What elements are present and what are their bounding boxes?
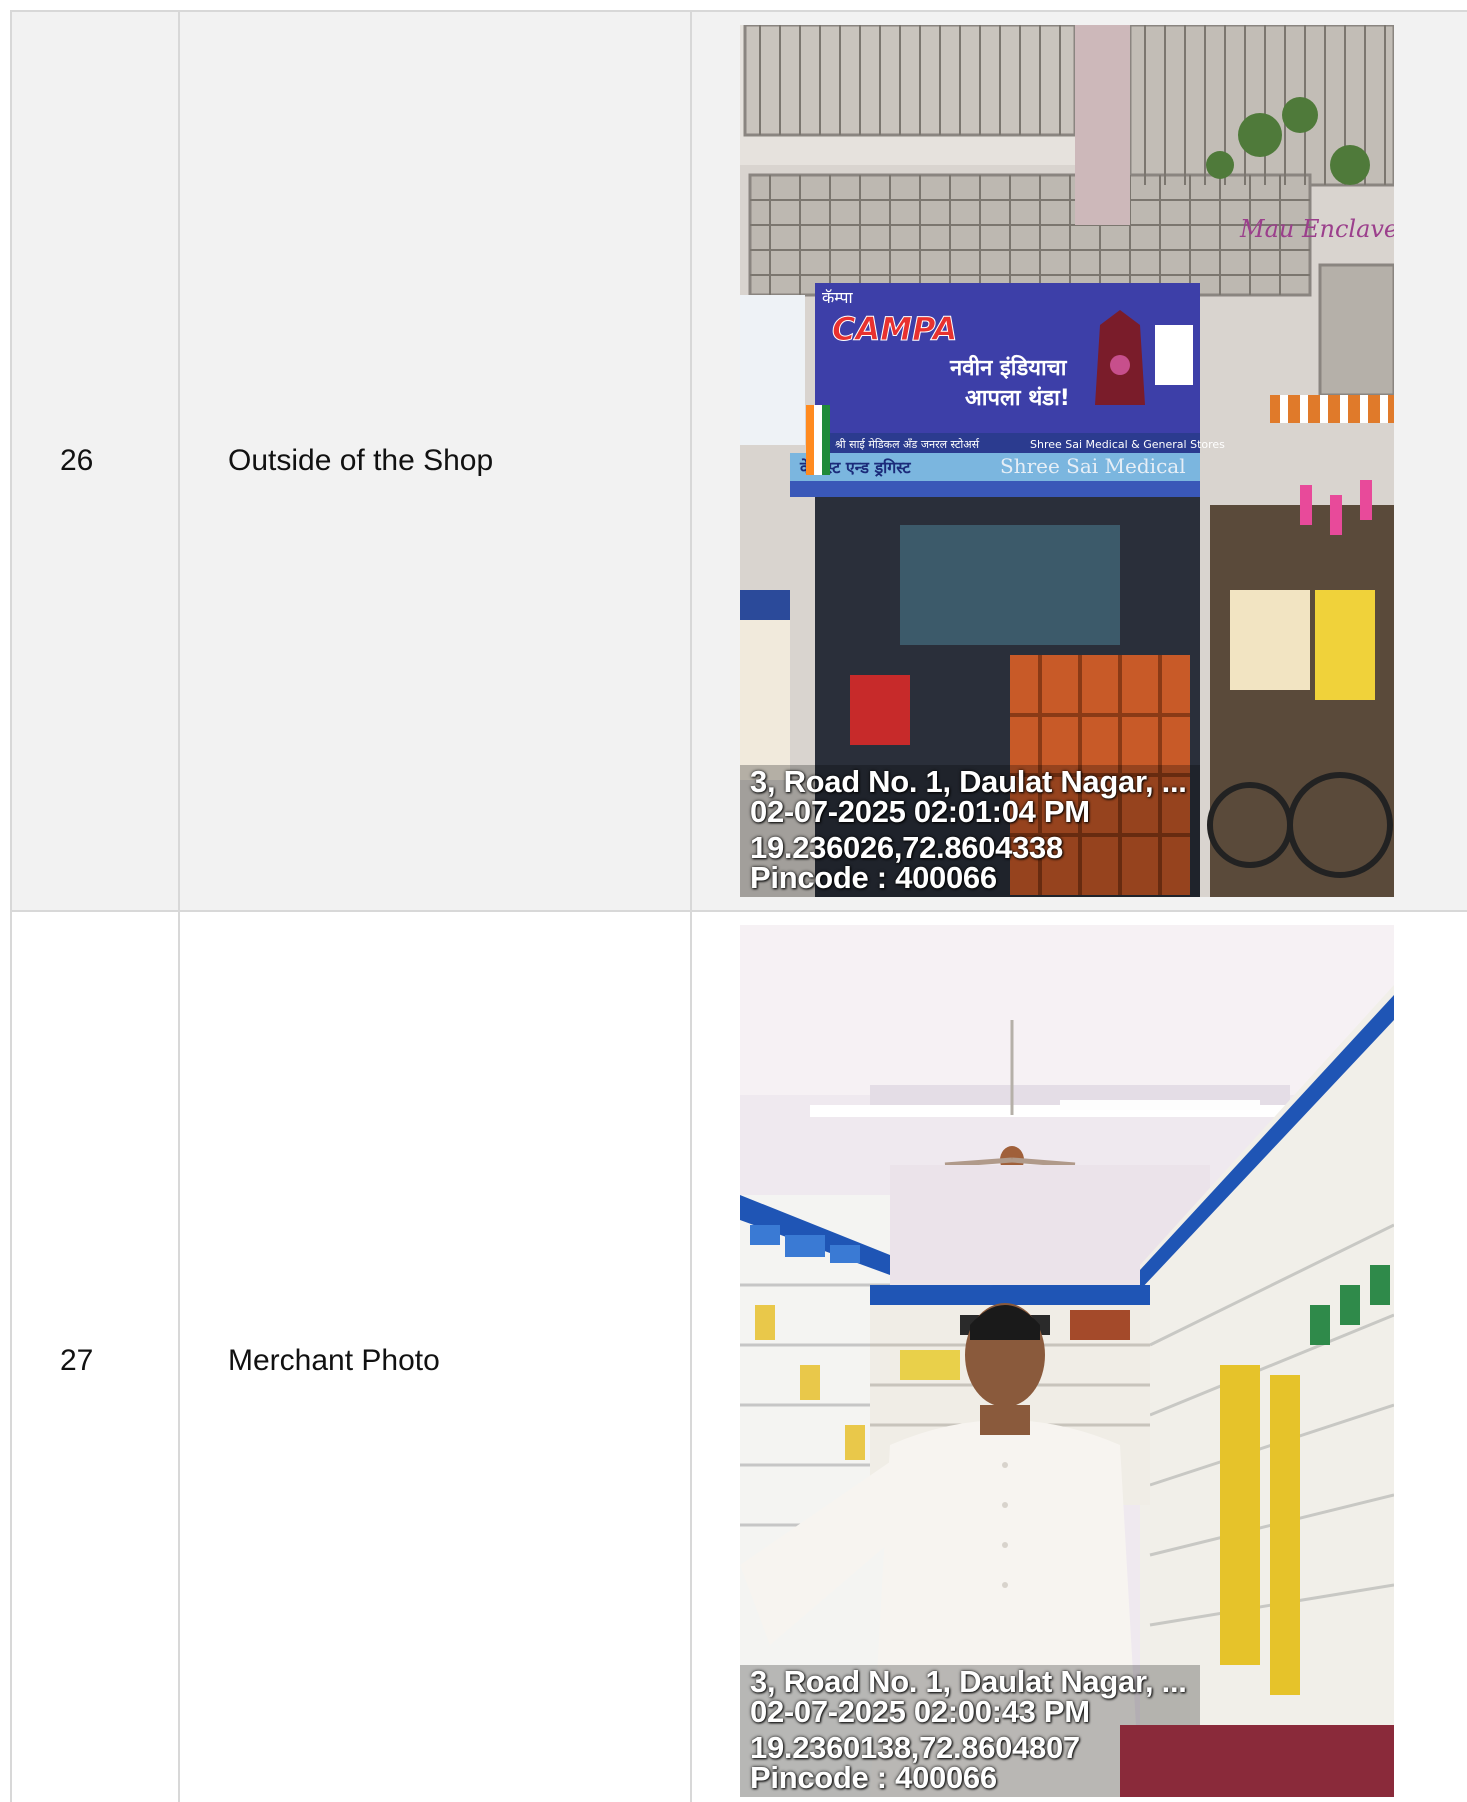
row-label: Outside of the Shop [178, 10, 692, 912]
table-row: 27 Merchant Photo 3, Road No. 1, Daulat … [10, 910, 1467, 1802]
sign-top-text: कॅम्पा [822, 288, 853, 307]
row-number: 26 [10, 10, 180, 912]
stamp-address: 3, Road No. 1, Daulat Nagar, ... [750, 764, 1187, 799]
geo-stamp: 3, Road No. 1, Daulat Nagar, ... 02-07-2… [750, 764, 1187, 895]
photo-cell: 3, Road No. 1, Daulat Nagar, ... 02-07-2… [690, 910, 1467, 1802]
photo-cell: Mau Enclave कॅम्पा CAMPA नवीन इंडियाचा आ… [690, 10, 1467, 912]
stamp-pincode: Pincode : 400066 [750, 860, 997, 895]
geo-stamp: 3, Road No. 1, Daulat Nagar, ... 02-07-2… [750, 1664, 1187, 1795]
sign-tagline-2: आपला थंडा! [965, 386, 1070, 411]
sign-tagline-1: नवीन इंडियाचा [949, 354, 1068, 381]
document-page: 26 Outside of the Shop Mau Enclave कॅम्प… [10, 10, 1467, 1802]
stamp-address: 3, Road No. 1, Daulat Nagar, ... [750, 1664, 1187, 1699]
sign-brand: CAMPA [832, 310, 957, 348]
shop-name-english: Shree Sai Medical & General Stores [1030, 438, 1225, 451]
building-sign: Mau Enclave [1239, 215, 1394, 243]
merchant-photo: 3, Road No. 1, Daulat Nagar, ... 02-07-2… [740, 925, 1394, 1797]
shop-exterior-photo: Mau Enclave कॅम्पा CAMPA नवीन इंडियाचा आ… [740, 25, 1394, 897]
stamp-datetime: 02-07-2025 02:00:43 PM [750, 1694, 1090, 1729]
table-row: 26 Outside of the Shop Mau Enclave कॅम्प… [10, 10, 1467, 912]
shop-strip-right-text: Shree Sai Medical [1000, 454, 1186, 478]
stamp-pincode: Pincode : 400066 [750, 1760, 997, 1795]
shop-name-marathi: श्री साई मेडिकल अँड जनरल स्टोअर्स [835, 438, 980, 451]
stamp-coords: 19.236026,72.8604338 [750, 830, 1063, 865]
photo-evidence-table: 26 Outside of the Shop Mau Enclave कॅम्प… [10, 10, 1467, 1802]
stamp-coords: 19.2360138,72.8604807 [750, 1730, 1080, 1765]
row-number: 27 [10, 910, 180, 1802]
row-label: Merchant Photo [178, 910, 692, 1802]
stamp-datetime: 02-07-2025 02:01:04 PM [750, 794, 1090, 829]
